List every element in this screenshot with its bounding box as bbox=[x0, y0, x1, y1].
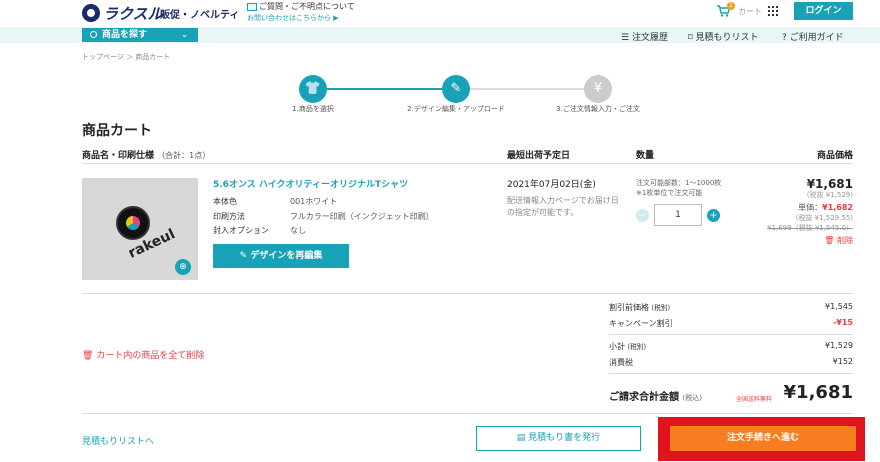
tax-value: ¥152 bbox=[832, 357, 853, 366]
tshirt-icon: 👕 bbox=[299, 75, 327, 103]
logo-subtitle: 販促・ノベルティ bbox=[160, 10, 240, 21]
tax-label: 消費税 bbox=[609, 358, 633, 367]
divider bbox=[82, 413, 853, 414]
logo-icon[interactable] bbox=[82, 4, 100, 22]
col-product: 商品名・印刷仕様 （合計：1点） bbox=[82, 148, 210, 161]
nav-guide-label: ご利用ガイド bbox=[789, 33, 844, 43]
pencil-icon: ✎ bbox=[442, 75, 470, 103]
delete-all-button[interactable]: 🗑 カート内の商品を全て削除 bbox=[82, 348, 204, 361]
quantity-note-unit: ※1枚単位で注文可能 bbox=[636, 189, 703, 197]
col-ship-date: 最短出荷予定日 bbox=[507, 151, 571, 161]
nav-quote-list[interactable]: ⌑ 見積もりリスト bbox=[688, 30, 759, 43]
trash-icon: 🗑 bbox=[82, 351, 94, 361]
pre-discount-label: 割引前価格 (税別) bbox=[609, 302, 670, 313]
login-button[interactable]: ログイン bbox=[794, 2, 853, 20]
pre-discount-label-text: 割引前価格 bbox=[609, 303, 649, 312]
col-price: 商品価格 bbox=[816, 151, 853, 161]
nav-quote-list-label: 見積もりリスト bbox=[695, 33, 759, 43]
divider bbox=[609, 373, 853, 374]
quantity-note-range: 注文可能部数：1〜1000枚 bbox=[636, 179, 722, 187]
spec-value-color: 001ホワイト bbox=[290, 197, 338, 206]
issue-quote-label: 見積もり書を発行 bbox=[528, 433, 601, 443]
unit-price: 単価：¥1,682 bbox=[798, 202, 853, 213]
step-label-3: 3.ご注文情報入力・ご注文 bbox=[556, 105, 640, 113]
spec-value-option: なし bbox=[290, 226, 306, 235]
divider bbox=[82, 293, 853, 294]
unit-price-label: 単価： bbox=[798, 203, 823, 212]
cart-link[interactable]: カート bbox=[738, 6, 762, 17]
col-product-count: （合計：1点） bbox=[157, 151, 211, 160]
campaign-label: キャンペーン割引 bbox=[609, 319, 673, 328]
subtotal-value: ¥1,529 bbox=[825, 341, 853, 350]
nav-order-history[interactable]: ☰ 注文履歴 bbox=[621, 30, 668, 43]
ship-date: 2021年07月02日(金) bbox=[507, 180, 596, 190]
total-label: ご請求合計金額 (税込) bbox=[609, 388, 702, 403]
issue-quote-button[interactable]: ▤ 見積もり書を発行 bbox=[476, 426, 641, 451]
inquiry-heading: ご質問・ご不明点について bbox=[259, 2, 355, 11]
old-price: ¥1,699（税抜 ¥1,545.0） bbox=[767, 224, 853, 232]
free-shipping-note: 全国送料無料 bbox=[736, 396, 773, 403]
nav-guide[interactable]: ? ご利用ガイド bbox=[782, 30, 844, 43]
step-label-2: 2.デザイン編集・アップロード bbox=[407, 105, 505, 113]
delete-item-label: 削除 bbox=[837, 236, 853, 245]
document-icon: ▤ bbox=[516, 433, 529, 443]
search-icon bbox=[90, 31, 97, 38]
logo[interactable]: ラクスル bbox=[103, 3, 163, 24]
step-progress-remaining bbox=[456, 88, 597, 90]
grid-menu-icon[interactable] bbox=[768, 6, 778, 16]
quantity-increment-button[interactable]: + bbox=[707, 209, 720, 222]
product-name-link[interactable]: 5.6オンス ハイクオリティーオリジナルTシャツ bbox=[213, 177, 408, 190]
quantity-input[interactable]: 1 bbox=[654, 204, 702, 226]
quantity-decrement-button[interactable]: − bbox=[636, 209, 649, 222]
zoom-icon[interactable]: ⊕ bbox=[175, 259, 191, 275]
product-logo-graphic bbox=[116, 206, 150, 240]
list-icon: ☰ bbox=[621, 33, 630, 43]
mail-icon bbox=[247, 3, 257, 11]
bookmark-icon: ⌑ bbox=[688, 33, 693, 43]
step-progress-done bbox=[313, 88, 456, 90]
total-label-text: ご請求合計金額 bbox=[609, 392, 679, 403]
search-category-label: 商品を探す bbox=[102, 30, 148, 40]
breadcrumb[interactable]: トップページ ＞ 商品カート bbox=[82, 52, 170, 62]
question-icon: ? bbox=[782, 33, 787, 43]
product-price-tax: (税抜 ¥1,529) bbox=[806, 191, 853, 199]
cart-count-badge: 1 bbox=[727, 2, 735, 10]
nav-order-history-label: 注文履歴 bbox=[631, 33, 668, 43]
spec-label-print: 印刷方法 bbox=[213, 212, 245, 221]
pre-discount-value: ¥1,545 bbox=[825, 302, 853, 311]
step-label-1: 1.商品を選択 bbox=[292, 105, 334, 113]
pre-discount-tax: (税別) bbox=[651, 304, 671, 312]
spec-value-print: フルカラー印刷（インクジェット印刷） bbox=[290, 212, 434, 221]
subtotal-tax: (税別) bbox=[627, 343, 647, 351]
col-product-label: 商品名・印刷仕様 bbox=[82, 151, 155, 161]
page-title: 商品カート bbox=[82, 123, 152, 139]
divider bbox=[609, 334, 853, 335]
edit-icon: ✎ bbox=[239, 251, 251, 261]
redesign-button[interactable]: ✎ デザインを再編集 bbox=[213, 244, 349, 268]
checkout-button[interactable]: 注文手続きへ進む bbox=[670, 426, 856, 451]
spec-label-option: 封入オプション bbox=[213, 226, 269, 235]
subtotal-label: 小計 (税別) bbox=[609, 341, 646, 352]
search-category-button[interactable]: 商品を探す ⌄ bbox=[82, 28, 198, 42]
trash-icon: 🗑 bbox=[824, 236, 835, 245]
delete-item-button[interactable]: 🗑 削除 bbox=[824, 235, 853, 246]
divider bbox=[82, 163, 853, 164]
total-tax: (税込) bbox=[682, 394, 702, 402]
unit-price-tax: (税抜 ¥1,529.55) bbox=[795, 214, 853, 222]
yen-icon: ¥ bbox=[584, 75, 612, 103]
col-quantity: 数量 bbox=[636, 151, 655, 161]
quote-list-link[interactable]: 見積もりリストへ bbox=[82, 434, 154, 447]
unit-price-value: ¥1,682 bbox=[822, 203, 853, 212]
redesign-label: デザインを再編集 bbox=[250, 251, 323, 261]
campaign-value: -¥15 bbox=[832, 318, 853, 327]
chevron-down-icon: ⌄ bbox=[181, 30, 188, 39]
subtotal-label-text: 小計 bbox=[609, 342, 625, 351]
total-value: ¥1,681 bbox=[783, 382, 853, 403]
spec-label-color: 本体色 bbox=[213, 197, 237, 206]
delete-all-label: カート内の商品を全て削除 bbox=[96, 351, 205, 361]
inquiry-link[interactable]: お問い合わせはこちらから ▶ bbox=[247, 13, 339, 23]
product-price: ¥1,681 bbox=[806, 177, 853, 191]
quantity-note: 注文可能部数：1〜1000枚 ※1枚単位で注文可能 bbox=[636, 178, 721, 198]
ship-note: 配送情報入力ページでお届け日の指定が可能です。 bbox=[507, 196, 619, 217]
